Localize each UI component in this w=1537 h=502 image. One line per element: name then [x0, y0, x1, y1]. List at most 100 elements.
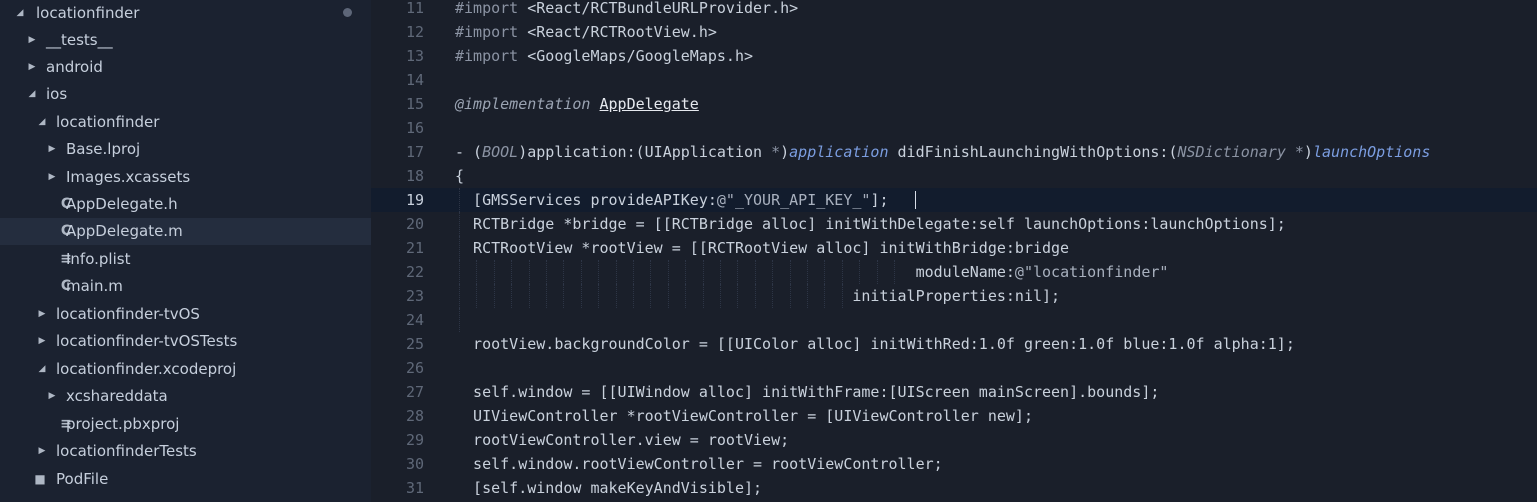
- line-number: 31: [405, 479, 424, 497]
- code-text: - (BOOL)application:(UIApplication *)app…: [455, 143, 1431, 161]
- modified-indicator-icon: [343, 8, 352, 17]
- code-line[interactable]: 17 - (BOOL)application:(UIApplication *)a…: [371, 140, 1537, 164]
- line-number: 14: [405, 71, 424, 89]
- indent-guide: [459, 308, 460, 332]
- tree-item-label: AppDelegate.h: [66, 195, 178, 213]
- tree-file-item[interactable]: C AppDelegate.m: [0, 218, 371, 245]
- code-line[interactable]: 11 #import <React/RCTBundleURLProvider.h>: [371, 0, 1537, 20]
- text-cursor: [915, 191, 916, 209]
- line-number: 17: [405, 143, 424, 161]
- tree-folder-item[interactable]: ▶ locationfinder-tvOSTests: [0, 328, 371, 355]
- tree-item-label: PodFile: [56, 470, 109, 488]
- tree-folder-item[interactable]: ▶ locationfinderTests: [0, 438, 371, 465]
- code-line[interactable]: 14: [371, 68, 1537, 92]
- code-text: UIViewController *rootViewController = […: [455, 407, 1033, 425]
- code-text: RCTBridge *bridge = [[RCTBridge alloc] i…: [455, 215, 1286, 233]
- line-number: 28: [405, 407, 424, 425]
- code-line[interactable]: 23 initialProperties:nil];: [371, 284, 1537, 308]
- code-line[interactable]: 29 rootViewController.view = rootView;: [371, 428, 1537, 452]
- code-line[interactable]: 27 self.window = [[UIWindow alloc] initW…: [371, 380, 1537, 404]
- code-line[interactable]: 26: [371, 356, 1537, 380]
- tree-item-label: xcshareddata: [66, 387, 168, 405]
- tree-folder-item[interactable]: ▶ locationfinder-tvOS: [0, 301, 371, 328]
- code-editor[interactable]: 11 #import <React/RCTBundleURLProvider.h>…: [371, 0, 1537, 502]
- tree-item-label: locationfinder: [36, 4, 140, 22]
- tree-folder-item[interactable]: ▶ android: [0, 54, 371, 81]
- code-line[interactable]: 31 [self.window makeKeyAndVisible];: [371, 476, 1537, 500]
- tree-file-item[interactable]: ≡ Info.plist: [0, 246, 371, 273]
- code-line[interactable]: 18 {: [371, 164, 1537, 188]
- tree-item-label: locationfinder-tvOSTests: [56, 332, 238, 350]
- line-number: 20: [405, 215, 424, 233]
- tree-folder-item[interactable]: ◢ locationfinder.xcodeproj: [0, 356, 371, 383]
- line-number: 16: [405, 119, 424, 137]
- chevron-down-icon: ◢: [38, 364, 46, 374]
- line-number: 21: [405, 239, 424, 257]
- tree-item-label: android: [46, 58, 103, 76]
- code-text: rootView.backgroundColor = [[UIColor all…: [455, 335, 1295, 353]
- code-line[interactable]: 12 #import <React/RCTRootView.h>: [371, 20, 1537, 44]
- tree-file-item[interactable]: Cmain.m: [0, 273, 371, 300]
- line-number: 13: [405, 47, 424, 65]
- code-line[interactable]: 24: [371, 308, 1537, 332]
- tree-item-label: locationfinder-tvOS: [56, 305, 200, 323]
- code-line[interactable]: 13 #import <GoogleMaps/GoogleMaps.h>: [371, 44, 1537, 68]
- code-text: #import <GoogleMaps/GoogleMaps.h>: [455, 47, 754, 65]
- tree-folder-item[interactable]: ◢ locationfinder: [0, 0, 371, 27]
- tree-folder-item[interactable]: ◢ ios: [0, 81, 371, 108]
- line-number: 24: [405, 311, 424, 329]
- code-line[interactable]: 19 [GMSServices provideAPIKey:@"_YOUR_AP…: [371, 188, 1537, 212]
- code-text: self.window.rootViewController = rootVie…: [455, 455, 943, 473]
- line-number: 19: [405, 191, 424, 209]
- tree-folder-item[interactable]: ▶ Base.lproj: [0, 136, 371, 163]
- code-line[interactable]: 22 moduleName:@"locationfinder": [371, 260, 1537, 284]
- tree-item-label: locationfinder.xcodeproj: [56, 360, 237, 378]
- tree-item-label: AppDelegate.m: [66, 222, 183, 240]
- tree-item-label: locationfinderTests: [56, 442, 197, 460]
- tree-item-label: project.pbxproj: [66, 415, 180, 433]
- code-line[interactable]: 16: [371, 116, 1537, 140]
- code-line[interactable]: 25 rootView.backgroundColor = [[UIColor …: [371, 332, 1537, 356]
- tree-folder-item[interactable]: ▶ Images.xcassets: [0, 164, 371, 191]
- tree-file-item[interactable]: C AppDelegate.h: [0, 191, 371, 218]
- code-line[interactable]: 20 RCTBridge *bridge = [[RCTBridge alloc…: [371, 212, 1537, 236]
- tree-item-label: ios: [46, 85, 68, 103]
- code-text: initialProperties:nil];: [455, 287, 1061, 305]
- chevron-right-icon: ▶: [28, 35, 36, 45]
- line-number: 15: [405, 95, 424, 113]
- code-line[interactable]: 15 @implementation AppDelegate: [371, 92, 1537, 116]
- code-text: RCTRootView *rootView = [[RCTRootView al…: [455, 239, 1070, 257]
- chevron-down-icon: ◢: [16, 8, 24, 18]
- file-tree-sidebar: ◢ locationfinder ▶ __tests__ ▶ android ◢ ios ◢ lo…: [0, 0, 371, 502]
- code-text: [GMSServices provideAPIKey:@"_YOUR_API_K…: [455, 191, 889, 209]
- line-number: 29: [405, 431, 424, 449]
- code-line[interactable]: 28 UIViewController *rootViewController …: [371, 404, 1537, 428]
- code-text: @implementation AppDelegate: [455, 95, 699, 113]
- tree-item-label: Info.plist: [66, 250, 131, 268]
- tree-item-label: Base.lproj: [66, 140, 141, 158]
- chevron-right-icon: ▶: [48, 172, 56, 182]
- line-number: 26: [405, 359, 424, 377]
- chevron-right-icon: ▶: [48, 144, 56, 154]
- file-icon: ■: [34, 472, 46, 486]
- tree-folder-item[interactable]: ▶ xcshareddata: [0, 383, 371, 410]
- chevron-right-icon: ▶: [38, 336, 46, 346]
- chevron-down-icon: ◢: [38, 117, 46, 127]
- code-text: #import <React/RCTBundleURLProvider.h>: [455, 0, 799, 17]
- code-line[interactable]: 30 self.window.rootViewController = root…: [371, 452, 1537, 476]
- chevron-right-icon: ▶: [38, 446, 46, 456]
- chevron-right-icon: ▶: [28, 62, 36, 72]
- code-text: rootViewController.view = rootView;: [455, 431, 790, 449]
- tree-file-item[interactable]: ■ PodFile: [0, 466, 371, 493]
- tree-folder-item[interactable]: ▶ __tests__: [0, 27, 371, 54]
- code-text: [self.window makeKeyAndVisible];: [455, 479, 763, 497]
- code-text: {: [455, 167, 465, 185]
- code-line[interactable]: 21 RCTRootView *rootView = [[RCTRootView…: [371, 236, 1537, 260]
- line-number: 18: [405, 167, 424, 185]
- chevron-down-icon: ◢: [28, 89, 36, 99]
- tree-folder-item[interactable]: ◢ locationfinder: [0, 109, 371, 136]
- line-number: 30: [405, 455, 424, 473]
- line-number: 12: [405, 23, 424, 41]
- line-number: 22: [405, 263, 424, 281]
- tree-file-item[interactable]: ≡ project.pbxproj: [0, 411, 371, 438]
